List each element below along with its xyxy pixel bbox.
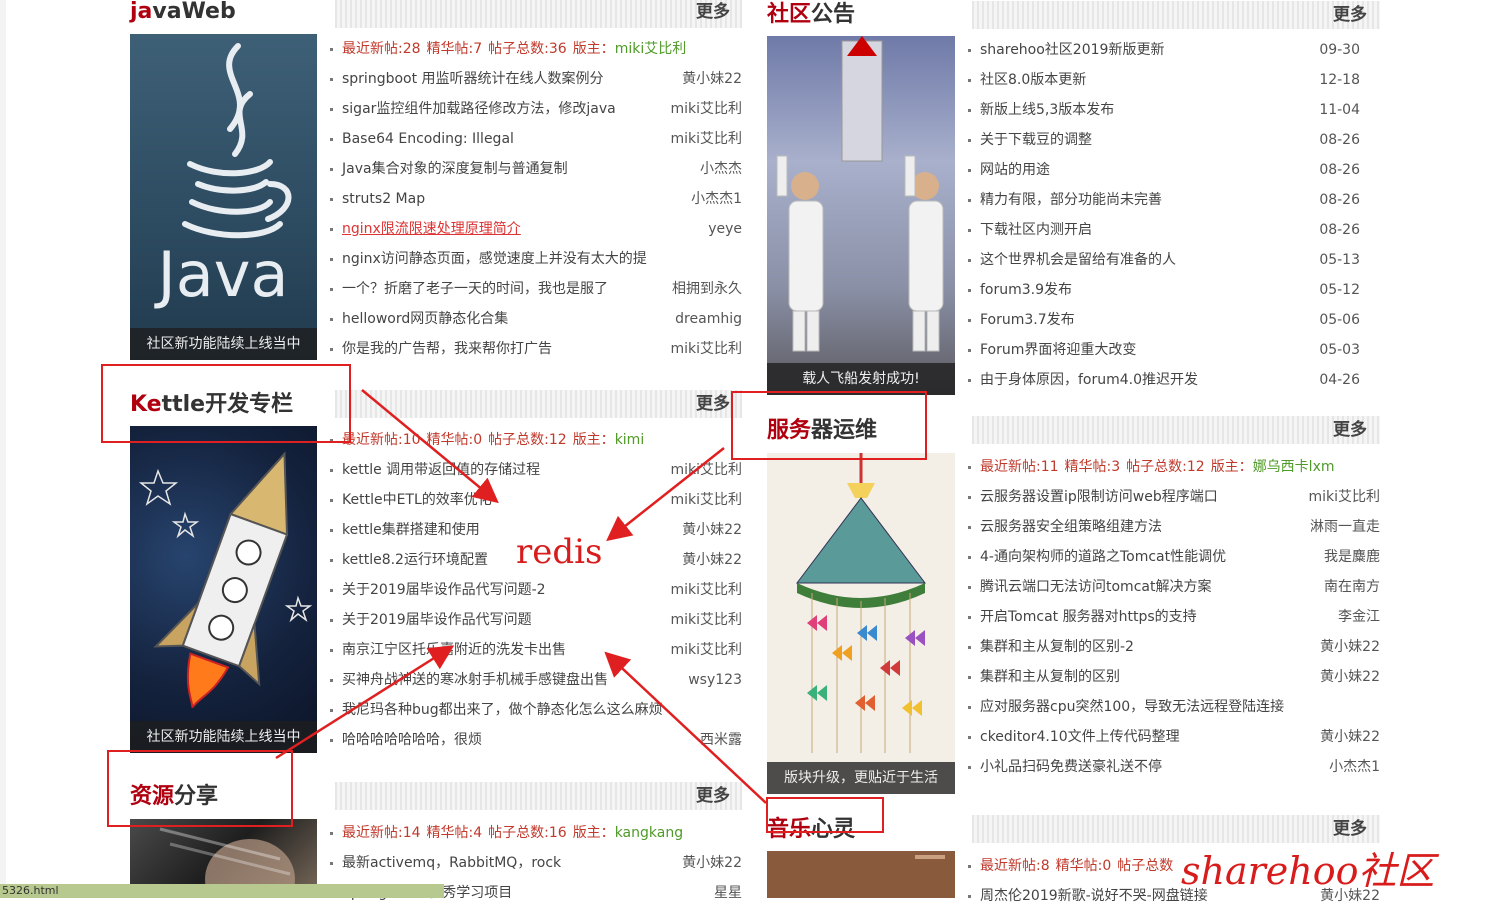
arrow-resource bbox=[275, 645, 455, 760]
browser-status-bar: 5326.html bbox=[0, 884, 444, 898]
arrow-kettle bbox=[361, 389, 499, 504]
arrow-music bbox=[604, 651, 767, 804]
watermark-text: sharehoo社区 bbox=[1181, 849, 1435, 893]
arrow-server bbox=[606, 447, 725, 542]
annotation-arrows bbox=[275, 389, 767, 804]
annotation-redis-text: redis bbox=[516, 532, 603, 572]
